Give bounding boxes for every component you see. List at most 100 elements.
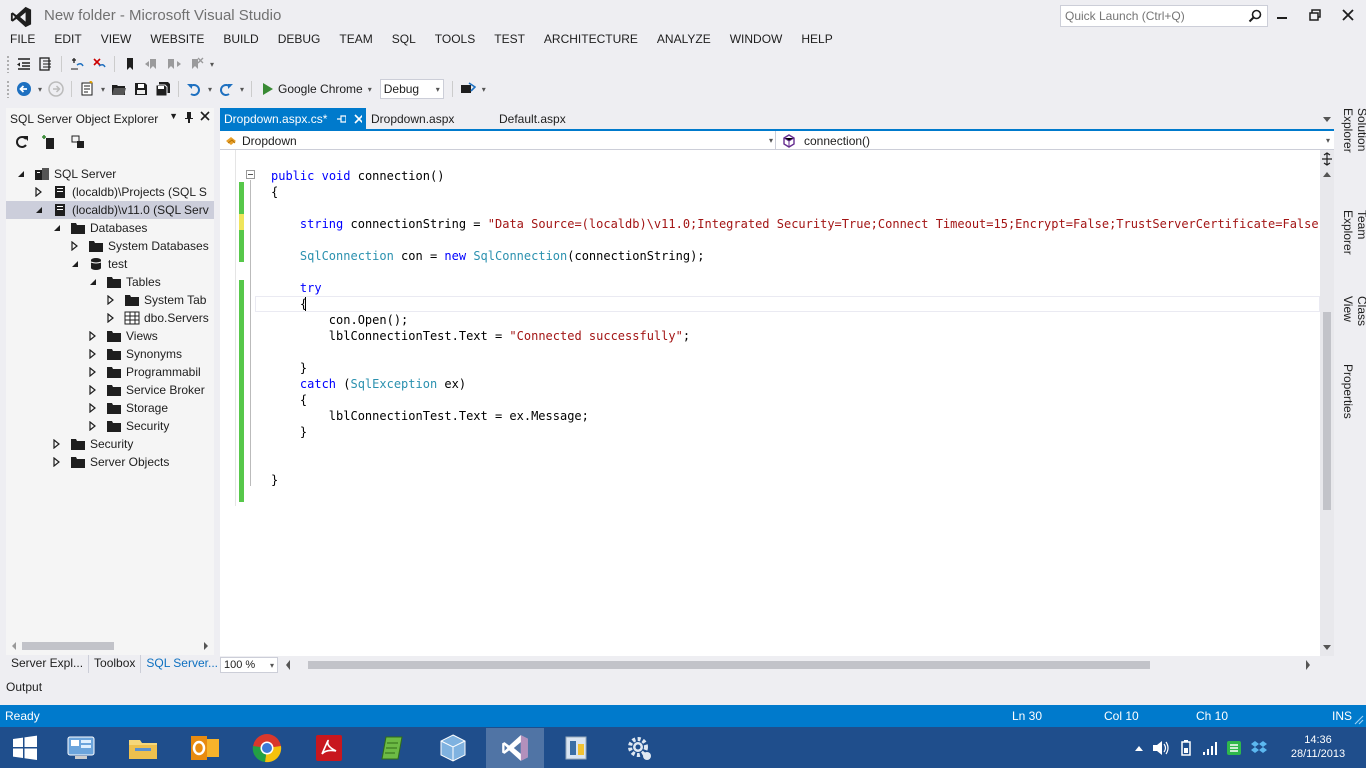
redo-icon[interactable] <box>215 78 237 100</box>
tree-node[interactable]: SQL Server <box>6 165 214 183</box>
output-panel-tab[interactable]: Output <box>6 680 42 694</box>
add-sql-server-icon[interactable] <box>42 134 58 150</box>
control-panel-icon[interactable] <box>52 728 110 768</box>
comment-lines-icon[interactable] <box>66 53 88 75</box>
restore-button[interactable] <box>1303 4 1327 26</box>
tree-node[interactable]: test <box>6 255 214 273</box>
start-button[interactable] <box>0 728 50 768</box>
tree-node[interactable]: Security <box>6 417 214 435</box>
tree-node[interactable]: System Databases <box>6 237 214 255</box>
menu-build[interactable]: BUILD <box>213 30 266 50</box>
scroll-left-icon[interactable] <box>284 659 292 671</box>
clear-bookmarks-icon[interactable] <box>185 53 207 75</box>
power-icon[interactable] <box>1178 739 1194 756</box>
tab-solution-explorer[interactable]: Solution Explorer <box>1341 108 1366 153</box>
tab-sql-server-object-explorer[interactable]: SQL Server... <box>141 655 223 673</box>
visual-studio-icon[interactable] <box>486 728 544 768</box>
indent-icon[interactable] <box>35 53 57 75</box>
tree-node[interactable]: Databases <box>6 219 214 237</box>
menu-tools[interactable]: TOOLS <box>425 30 483 50</box>
navigate-forward-icon[interactable] <box>45 78 67 100</box>
volume-icon[interactable] <box>1152 740 1170 756</box>
tree-node[interactable]: Service Broker <box>6 381 214 399</box>
types-dropdown[interactable]: Dropdown ▾ <box>220 131 776 150</box>
redo-dropdown[interactable]: ▾ <box>237 78 247 100</box>
undo-icon[interactable] <box>183 78 205 100</box>
toolbar-grip[interactable] <box>6 55 10 73</box>
notepad-icon[interactable] <box>362 728 420 768</box>
expand-arrow-icon[interactable] <box>88 421 98 431</box>
expand-arrow-icon[interactable] <box>88 403 98 413</box>
menu-help[interactable]: HELP <box>791 30 840 50</box>
tree-node[interactable]: Tables <box>6 273 214 291</box>
tree-node[interactable]: Views <box>6 327 214 345</box>
scroll-right-icon[interactable] <box>202 638 210 654</box>
expand-arrow-icon[interactable] <box>34 187 44 197</box>
menu-sql[interactable]: SQL <box>382 30 424 50</box>
file-explorer-icon[interactable] <box>114 728 172 768</box>
bookmark-icon[interactable] <box>119 53 141 75</box>
search-icon[interactable] <box>1248 9 1262 23</box>
expand-arrow-icon[interactable] <box>52 439 62 449</box>
collapse-arrow-icon[interactable] <box>16 169 26 179</box>
expand-arrow-icon[interactable] <box>52 457 62 467</box>
toolbar-grip[interactable] <box>6 80 10 98</box>
chrome-icon[interactable] <box>238 728 296 768</box>
menu-architecture[interactable]: ARCHITECTURE <box>534 30 646 50</box>
collapse-arrow-icon[interactable] <box>34 205 44 215</box>
tree-node[interactable]: (localdb)\Projects (SQL S <box>6 183 214 201</box>
dropbox-icon[interactable] <box>1250 740 1268 756</box>
tab-default-aspx[interactable]: Default.aspx <box>495 108 615 130</box>
pin-icon[interactable] <box>337 114 346 124</box>
new-project-icon[interactable] <box>76 78 98 100</box>
menu-edit[interactable]: EDIT <box>44 30 89 50</box>
save-icon[interactable] <box>130 78 152 100</box>
toolbar-overflow-dropdown[interactable]: ▾ <box>207 53 217 75</box>
show-hidden-icons-icon[interactable] <box>1134 744 1144 752</box>
virtualbox-icon[interactable] <box>424 728 482 768</box>
system-clock[interactable]: 14:36 28/11/2013 <box>1286 733 1350 761</box>
sql-tools-icon[interactable] <box>548 728 606 768</box>
code-editor[interactable]: public void connection(){ string connect… <box>220 150 1320 656</box>
split-window-icon[interactable] <box>1321 152 1333 166</box>
open-file-icon[interactable] <box>108 78 130 100</box>
tree-node[interactable]: Security <box>6 435 214 453</box>
expand-arrow-icon[interactable] <box>106 313 116 323</box>
zoom-dropdown[interactable]: 100 % ▾ <box>220 657 278 673</box>
menu-file[interactable]: FILE <box>0 30 43 50</box>
panel-menu-dropdown[interactable]: ▼ <box>169 111 178 123</box>
tab-dropdown-aspx-cs[interactable]: Dropdown.aspx.cs* <box>220 108 366 130</box>
collapse-region-icon[interactable] <box>246 170 255 179</box>
menu-test[interactable]: TEST <box>484 30 533 50</box>
settings-icon[interactable] <box>610 728 668 768</box>
refresh-icon[interactable] <box>14 134 30 150</box>
vertical-scrollbar[interactable] <box>1320 150 1334 656</box>
expand-arrow-icon[interactable] <box>88 385 98 395</box>
scroll-left-icon[interactable] <box>10 638 18 654</box>
tree-node[interactable]: Server Objects <box>6 453 214 471</box>
close-window-button[interactable] <box>1336 4 1360 26</box>
navigate-back-dropdown[interactable]: ▾ <box>35 78 45 100</box>
active-files-dropdown-icon[interactable] <box>1322 116 1332 124</box>
tab-server-explorer[interactable]: Server Expl... <box>6 655 90 673</box>
close-icon[interactable] <box>354 114 362 124</box>
tab-toolbox[interactable]: Toolbox <box>89 655 142 673</box>
tree-node[interactable]: (localdb)\v11.0 (SQL Serv <box>6 201 214 219</box>
menu-window[interactable]: WINDOW <box>720 30 791 50</box>
tree-node[interactable]: System Tab <box>6 291 214 309</box>
collapse-arrow-icon[interactable] <box>52 223 62 233</box>
tree-node[interactable]: dbo.Servers <box>6 309 214 327</box>
outlook-icon[interactable] <box>176 728 234 768</box>
navigate-back-icon[interactable] <box>13 78 35 100</box>
tab-properties[interactable]: Properties <box>1341 364 1355 419</box>
outdent-icon[interactable] <box>13 53 35 75</box>
toggle-object-grouping-icon[interactable] <box>70 134 86 150</box>
solution-configuration-dropdown[interactable]: Debug ▾ <box>379 79 444 99</box>
toolbar-overflow-dropdown[interactable]: ▾ <box>479 78 489 100</box>
minimize-button[interactable] <box>1270 4 1294 26</box>
tray-app-green-icon[interactable] <box>1226 740 1242 756</box>
horizontal-scrollbar[interactable] <box>6 638 214 654</box>
resize-grip-icon[interactable] <box>1354 715 1364 725</box>
expand-arrow-icon[interactable] <box>88 331 98 341</box>
pin-icon[interactable] <box>184 111 194 123</box>
